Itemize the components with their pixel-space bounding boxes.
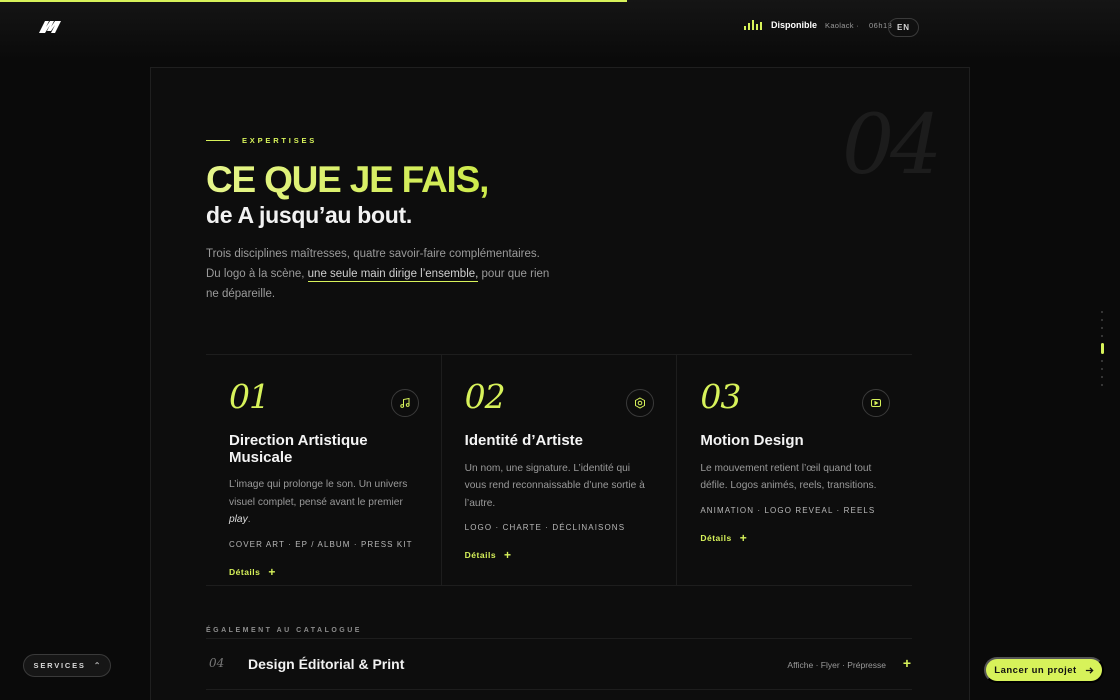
top-bar: Disponible Kaolack · 06h13 EN [0,0,1120,54]
catalog-item-number: 04 [209,656,225,670]
details-link[interactable]: Détails + [229,565,419,579]
plus-icon: + [739,530,748,545]
services-label: SERVICES [33,661,86,670]
nav-dot-active[interactable] [1100,343,1104,354]
card-title: Identité d’Artiste [464,432,584,449]
nav-dot[interactable] [1101,311,1103,313]
card-tags: LOGO · CHARTE · DÉCLINAISONS [464,523,626,532]
card-description: Un nom, une signature. L’identité qui vo… [464,462,645,509]
plus-icon: + [504,548,512,562]
details-link-label: Détails [464,550,497,560]
chevron-up-down-icon: ⌃ [93,661,101,670]
cta-label: Lancer un projet [994,664,1077,676]
card-desc-end: . [247,514,251,525]
card-title: Direction Artistique Musicale [229,432,368,466]
language-toggle-button[interactable]: EN [888,18,919,37]
expertise-card[interactable]: 02 Identité d’Artiste Un nom, une signat… [442,355,678,585]
expertise-cards: 01 Direction Artistique Musicale L’image… [206,354,912,586]
nav-dot[interactable] [1101,368,1103,370]
nav-dot[interactable] [1101,360,1103,362]
card-number: 01 [229,377,270,416]
section-number: 04 [842,98,942,193]
card-description: Le mouvement retient l’œil quand tout dé… [700,462,877,492]
catalog-item-title: Design Éditorial & Print [248,656,405,672]
music-note-icon [390,389,419,417]
details-link-label: Détails [229,566,261,577]
details-link[interactable]: Détails + [700,531,890,545]
catalog-label: ÉGALEMENT AU CATALOGUE [206,627,362,634]
signal-bars-icon [744,20,762,30]
section-dot-nav [1099,311,1105,386]
arrow-right-icon [1085,666,1094,674]
start-project-button[interactable]: Lancer un projet [984,657,1104,683]
nav-dot[interactable] [1101,335,1103,337]
page-subtitle: de A jusqu’au bout. [206,202,412,228]
card-title: Motion Design [700,432,804,449]
card-description: L’image qui prolonge le son. Un univers … [229,476,419,529]
services-menu-button[interactable]: SERVICES ⌃ [23,654,111,677]
catalog-item[interactable]: 04 Design Éditorial & Print Affiche · Fl… [206,638,912,690]
nav-dot[interactable] [1101,384,1103,386]
plus-icon: + [268,564,276,579]
intro-paragraph: Trois disciplines maîtresses, quatre sav… [206,244,551,304]
details-link[interactable]: Détails + [465,548,655,562]
play-icon [862,389,891,417]
availability-status: Disponible Kaolack · 06h13 [744,20,892,30]
status-location: Kaolack · [825,20,859,30]
card-desc-text: L’image qui prolonge le son. Un univers … [229,479,408,508]
brand-logo-icon[interactable] [38,20,62,34]
details-link-label: Détails [700,532,732,543]
plus-icon[interactable]: + [903,655,911,671]
expertise-card[interactable]: 01 Direction Artistique Musicale L’image… [206,355,442,585]
nav-dot[interactable] [1101,327,1103,329]
page-title: CE QUE JE FAIS, [206,159,489,200]
eyebrow-line [206,140,230,141]
card-tags: COVER ART · EP / ALBUM · PRESS KIT [229,539,413,549]
nav-dot[interactable] [1101,319,1103,321]
intro-highlight: une seule main dirige l’ensemble, [307,268,479,282]
eyebrow-text: EXPERTISES [242,136,318,145]
card-desc-emphasis: play [229,514,248,525]
nav-dot[interactable] [1101,376,1103,378]
section-eyebrow: EXPERTISES [206,136,317,145]
status-label: Disponible [771,20,818,30]
card-tags: ANIMATION · LOGO REVEAL · REELS [700,505,876,515]
expertise-card[interactable]: 03 Motion Design Le mouvement retient l’… [677,355,912,585]
catalog-item-tags: Affiche · Flyer · Prépresse [787,660,886,670]
